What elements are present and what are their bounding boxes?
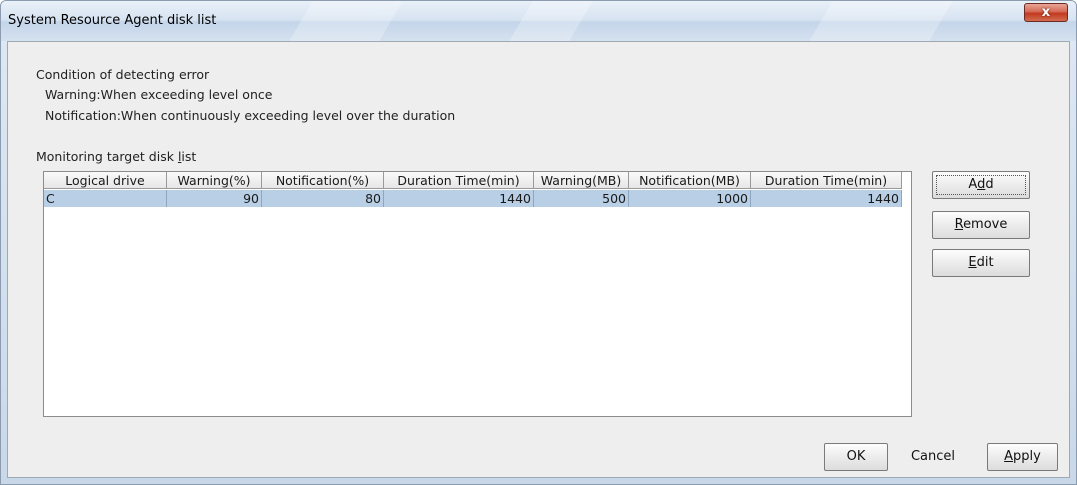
table-header: Logical drive Warning(%) Notification(%)…: [44, 172, 911, 190]
add-button[interactable]: Add: [932, 171, 1030, 199]
column-header-warning-percent[interactable]: Warning(%): [167, 172, 262, 189]
cell-duration-time: 1440: [384, 190, 534, 207]
column-header-logical-drive[interactable]: Logical drive: [44, 172, 167, 189]
cell-notification-percent: 80: [262, 190, 384, 207]
condition-notification: Notification:When continuously exceeding…: [45, 108, 456, 123]
close-button[interactable]: x: [1024, 3, 1068, 22]
dialog-window: System Resource Agent disk list x Condit…: [0, 0, 1077, 485]
disk-table[interactable]: Logical drive Warning(%) Notification(%)…: [43, 171, 912, 417]
ok-button[interactable]: OK: [824, 443, 888, 471]
cancel-button[interactable]: Cancel: [893, 443, 973, 471]
column-header-duration-time[interactable]: Duration Time(min): [384, 172, 534, 189]
cell-warning-percent: 90: [167, 190, 262, 207]
cell-warning-mb: 500: [534, 190, 629, 207]
edit-button[interactable]: Edit: [932, 249, 1030, 277]
remove-button[interactable]: Remove: [932, 211, 1030, 239]
close-icon: x: [1041, 5, 1051, 20]
disk-list-label: Monitoring target disk list: [36, 149, 197, 164]
column-header-notification-mb[interactable]: Notification(MB): [629, 172, 751, 189]
column-header-notification-percent[interactable]: Notification(%): [262, 172, 384, 189]
table-row[interactable]: C 90 80 1440 500 1000 1440: [44, 190, 902, 207]
cell-notification-mb: 1000: [629, 190, 751, 207]
cell-duration-time-mb: 1440: [751, 190, 902, 207]
title-bar[interactable]: System Resource Agent disk list x: [1, 1, 1076, 41]
dialog-content: Condition of detecting error Warning:Whe…: [7, 41, 1070, 478]
apply-button[interactable]: Apply: [987, 443, 1058, 471]
condition-warning: Warning:When exceeding level once: [45, 87, 273, 102]
condition-heading: Condition of detecting error: [36, 67, 210, 82]
cell-logical-drive: C: [44, 190, 167, 207]
column-header-warning-mb[interactable]: Warning(MB): [534, 172, 629, 189]
window-title: System Resource Agent disk list: [8, 13, 217, 28]
column-header-duration-time-mb[interactable]: Duration Time(min): [751, 172, 902, 189]
